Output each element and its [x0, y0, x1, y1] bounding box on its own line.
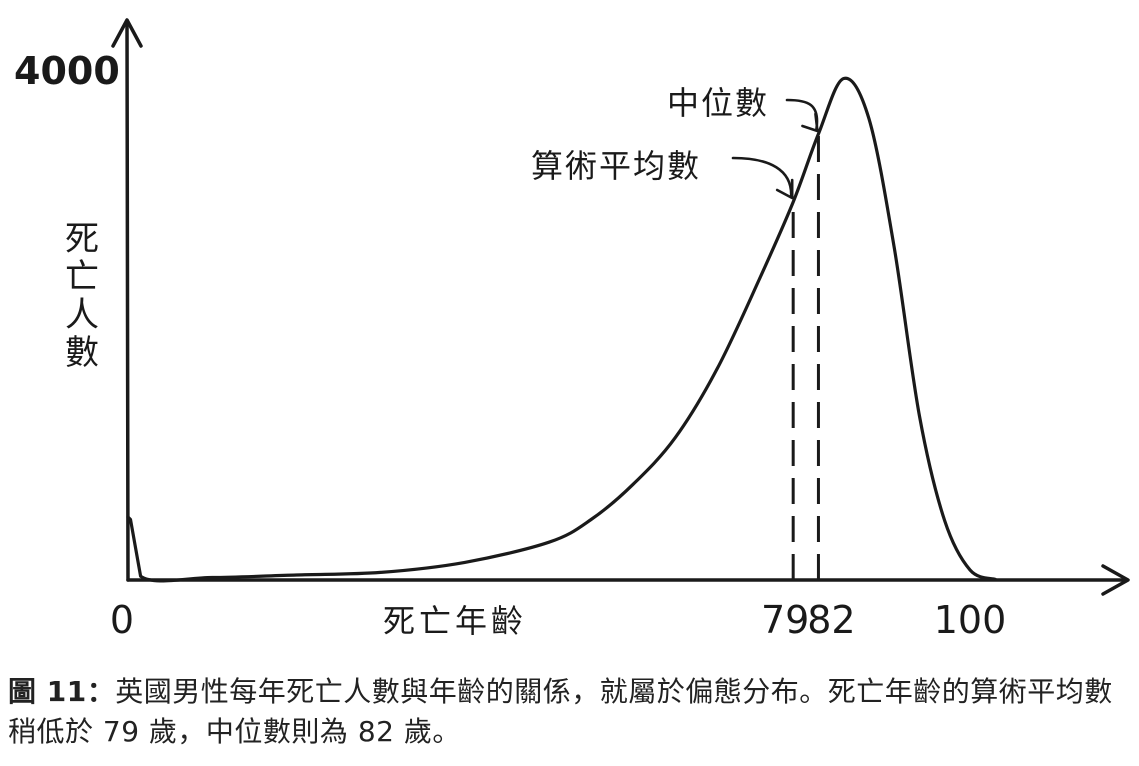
x-tick-label-82: 82: [807, 598, 855, 642]
x-axis-label: 死亡年齡: [383, 602, 527, 640]
median-annotation-label: 中位數: [667, 84, 769, 122]
y-axis-label: 死亡人數: [65, 219, 99, 373]
y-axis-label-char: 死: [65, 219, 99, 259]
median-annotation-arrowhead: [801, 112, 819, 133]
mean-annotation-label: 算術平均數: [531, 147, 701, 185]
y-axis: [125, 20, 130, 582]
y-axis-label-char: 人: [65, 295, 99, 335]
median-annotation-arrow: [785, 98, 819, 131]
x-tick-label-100: 100: [934, 598, 1007, 642]
caption-label: 圖 11：: [8, 675, 116, 708]
figure-caption: 圖 11：英國男性每年死亡人數與年齡的關係，就屬於偏態分布。死亡年齡的算術平均數…: [8, 672, 1133, 752]
caption-text: 英國男性每年死亡人數與年齡的關係，就屬於偏態分布。死亡年齡的算術平均數稍低於 7…: [8, 675, 1113, 748]
x-tick-label-79: 79: [761, 598, 809, 642]
y-axis-label-char: 數: [65, 333, 99, 373]
y-tick-label: 4000: [14, 49, 120, 93]
x-tick-label-0: 0: [110, 598, 134, 642]
chart: 4000 死亡人數 0 79 82 100 死亡年齡 算術平均數 中位數: [14, 18, 1130, 642]
y-axis-label-char: 亡: [65, 257, 99, 297]
mean-annotation-arrow: [731, 156, 793, 198]
